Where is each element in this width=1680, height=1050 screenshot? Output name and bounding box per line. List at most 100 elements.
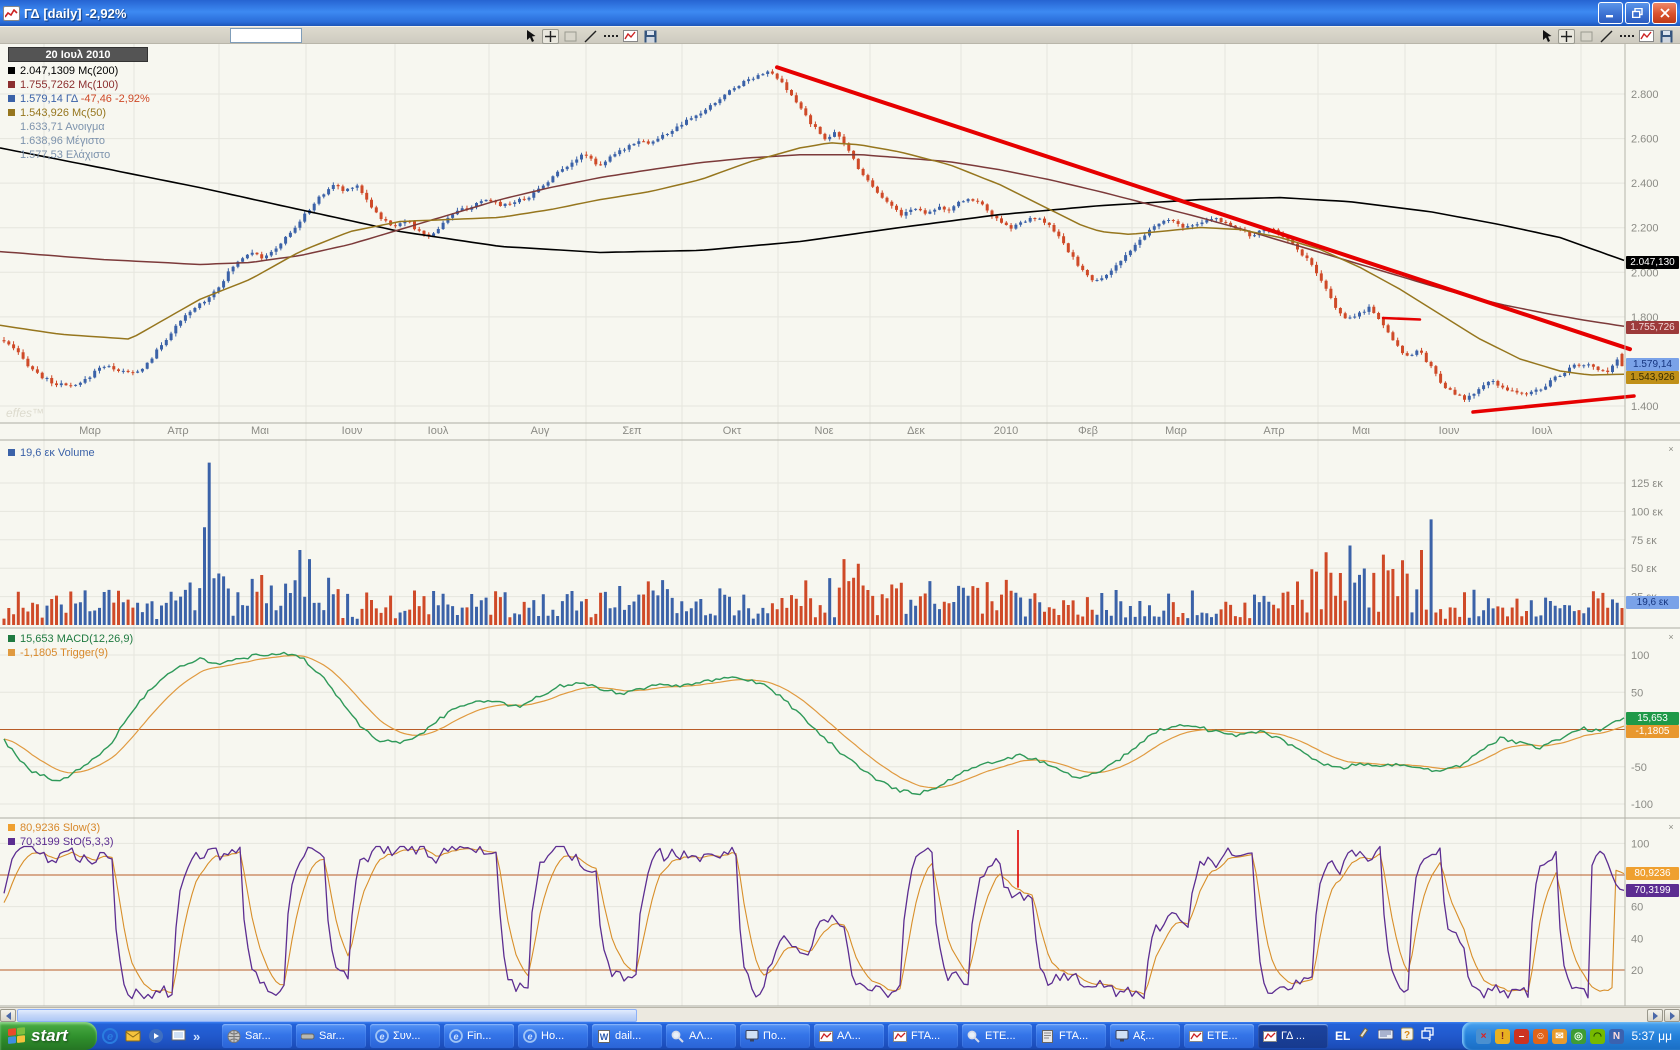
- crosshair-tool[interactable]: [542, 29, 559, 44]
- save-tool[interactable]: [642, 29, 659, 44]
- chart-canvas[interactable]: 2.8002.6002.4002.2002.0001.8001.6001.400…: [0, 44, 1680, 1007]
- chart-icon: [1188, 1030, 1203, 1043]
- month-label: Οκτ: [723, 425, 741, 437]
- pointer-tool[interactable]: [1538, 29, 1555, 44]
- stoch-pane-close-icon[interactable]: ×: [1666, 822, 1676, 832]
- security-shield-icon[interactable]: !: [1495, 1029, 1510, 1044]
- task-label: ΕΤΕ...: [1207, 1030, 1238, 1042]
- help-icon[interactable]: ?: [1401, 1027, 1414, 1046]
- task-label: ΑΛ...: [837, 1030, 861, 1042]
- keyboard-icon[interactable]: [1378, 1027, 1394, 1045]
- ie-icon: e: [448, 1030, 463, 1043]
- legend-ma200: 2.047,1309 Μς(200): [8, 64, 150, 78]
- save-tool[interactable]: [1658, 29, 1675, 44]
- svg-text:2.600: 2.600: [1631, 134, 1659, 146]
- cursor-date-label: 20 Ιουλ 2010: [8, 47, 148, 62]
- symbol-input[interactable]: [230, 28, 302, 43]
- clock[interactable]: 5:37 μμ: [1631, 1029, 1672, 1043]
- svg-text:125 εκ: 125 εκ: [1631, 478, 1663, 490]
- task-label: Πο...: [763, 1030, 786, 1042]
- chart-area[interactable]: 2.8002.6002.4002.2002.0001.8001.6001.400…: [0, 44, 1680, 1007]
- taskbar-task-ΑΛ[interactable]: ΑΛ...: [814, 1024, 884, 1048]
- scroll-left-button[interactable]: [0, 1009, 16, 1022]
- svg-text:e: e: [527, 1032, 532, 1042]
- alert-icon[interactable]: –: [1514, 1029, 1529, 1044]
- month-label: Μαι: [251, 425, 269, 437]
- scrollbar-thumb[interactable]: [17, 1009, 637, 1022]
- chart-tool[interactable]: [1638, 29, 1655, 44]
- chart-tool[interactable]: [622, 29, 639, 44]
- month-label: Σεπ: [622, 425, 641, 437]
- quick-launch-chevron-icon[interactable]: »: [193, 1029, 200, 1044]
- tray-icons: ×!–☺ ✉ ◎ ◠ N: [1476, 1029, 1624, 1044]
- month-label: Φεβ: [1078, 425, 1098, 437]
- main-axis-badge: 2.047,130: [1626, 256, 1679, 269]
- taskbar-task-Ho[interactable]: eHo...: [518, 1024, 588, 1048]
- taskbar-task-Συν[interactable]: eΣυν...: [370, 1024, 440, 1048]
- quick-launch: e»: [101, 1022, 200, 1050]
- minimize-button[interactable]: [1598, 2, 1623, 24]
- ie-icon[interactable]: e: [101, 1027, 119, 1045]
- macd-pane-close-icon[interactable]: ×: [1666, 632, 1676, 642]
- task-label: ΓΔ ...: [1281, 1030, 1305, 1042]
- month-label: Ιουλ: [428, 425, 449, 437]
- pointer-tool[interactable]: [522, 29, 539, 44]
- svg-text:e: e: [107, 1031, 113, 1043]
- task-label: FTA...: [1059, 1030, 1088, 1042]
- volume-pane-close-icon[interactable]: ×: [1666, 444, 1676, 454]
- line-tool[interactable]: [1598, 29, 1615, 44]
- crosshair-tool[interactable]: [1558, 29, 1575, 44]
- svg-text:-100: -100: [1631, 799, 1653, 811]
- taskbar-task-Sar[interactable]: Sar...: [296, 1024, 366, 1048]
- task-label: ΕΤΕ...: [985, 1030, 1016, 1042]
- box-tool[interactable]: [1578, 29, 1595, 44]
- legend-price: 1.579,14 ΓΔ -47,46 -2,92%: [8, 92, 150, 106]
- svg-text:100: 100: [1631, 650, 1649, 662]
- taskbar-task-ΕΤΕ[interactable]: ΕΤΕ...: [962, 1024, 1032, 1048]
- media-icon[interactable]: [147, 1027, 165, 1045]
- taskbar-task-ΕΤΕ[interactable]: ΕΤΕ...: [1184, 1024, 1254, 1048]
- taskbar-task-FTA[interactable]: FTA...: [1036, 1024, 1106, 1048]
- taskbar-task-FTA[interactable]: FTA...: [888, 1024, 958, 1048]
- svg-text:-50: -50: [1631, 762, 1647, 774]
- svg-text:?: ?: [1404, 1030, 1410, 1041]
- taskbar-task-Fin[interactable]: eFin...: [444, 1024, 514, 1048]
- close-button[interactable]: [1652, 2, 1677, 24]
- month-label: Ιουν: [1439, 425, 1460, 437]
- dotted-line-tool[interactable]: [1618, 29, 1635, 44]
- line-tool[interactable]: [582, 29, 599, 44]
- chart-icon: [1262, 1030, 1277, 1043]
- nvidia-icon[interactable]: ◠: [1590, 1029, 1605, 1044]
- pen-icon[interactable]: [1357, 1027, 1371, 1046]
- show-desktop-icon[interactable]: [170, 1027, 188, 1045]
- taskbar-task-Πο[interactable]: Πο...: [740, 1024, 810, 1048]
- scroll-end-button[interactable]: [1664, 1009, 1680, 1022]
- outlook-icon[interactable]: [124, 1027, 142, 1045]
- windows-flag-icon: [8, 1027, 26, 1045]
- window-title: ΓΔ [daily] -2,92%: [24, 6, 126, 21]
- taskbar-task-Sar[interactable]: Sar...: [222, 1024, 292, 1048]
- mail-icon[interactable]: ✉: [1552, 1029, 1567, 1044]
- start-button[interactable]: start: [0, 1022, 97, 1050]
- restore-toolbar-icon[interactable]: [1421, 1027, 1435, 1046]
- month-label: Απρ: [167, 425, 188, 437]
- taskbar-task-Αξ[interactable]: Αξ...: [1110, 1024, 1180, 1048]
- scroll-right-button[interactable]: [1647, 1009, 1663, 1022]
- legend-open: 1.633,71 Ανοιγμα: [8, 120, 150, 134]
- green-ring-icon[interactable]: ◎: [1571, 1029, 1586, 1044]
- network-icon[interactable]: N: [1609, 1029, 1624, 1044]
- taskbar-task-ΓΔ[interactable]: ΓΔ ...: [1258, 1024, 1328, 1048]
- taskbar-task-dail[interactable]: Wdail...: [592, 1024, 662, 1048]
- box-tool[interactable]: [562, 29, 579, 44]
- taskbar-task-ΑΛ[interactable]: ΑΛ...: [666, 1024, 736, 1048]
- restore-button[interactable]: [1625, 2, 1650, 24]
- svg-text:20: 20: [1631, 965, 1643, 977]
- monitor-icon: [1114, 1030, 1129, 1043]
- horizontal-scrollbar[interactable]: [0, 1007, 1680, 1022]
- contacts-offline-icon[interactable]: ×: [1476, 1029, 1491, 1044]
- language-indicator[interactable]: EL: [1335, 1029, 1350, 1043]
- dotted-line-tool[interactable]: [602, 29, 619, 44]
- messenger-icon[interactable]: ☺: [1533, 1029, 1548, 1044]
- legend-ma100: 1.755,7262 Μς(100): [8, 78, 150, 92]
- ie-icon: e: [522, 1030, 537, 1043]
